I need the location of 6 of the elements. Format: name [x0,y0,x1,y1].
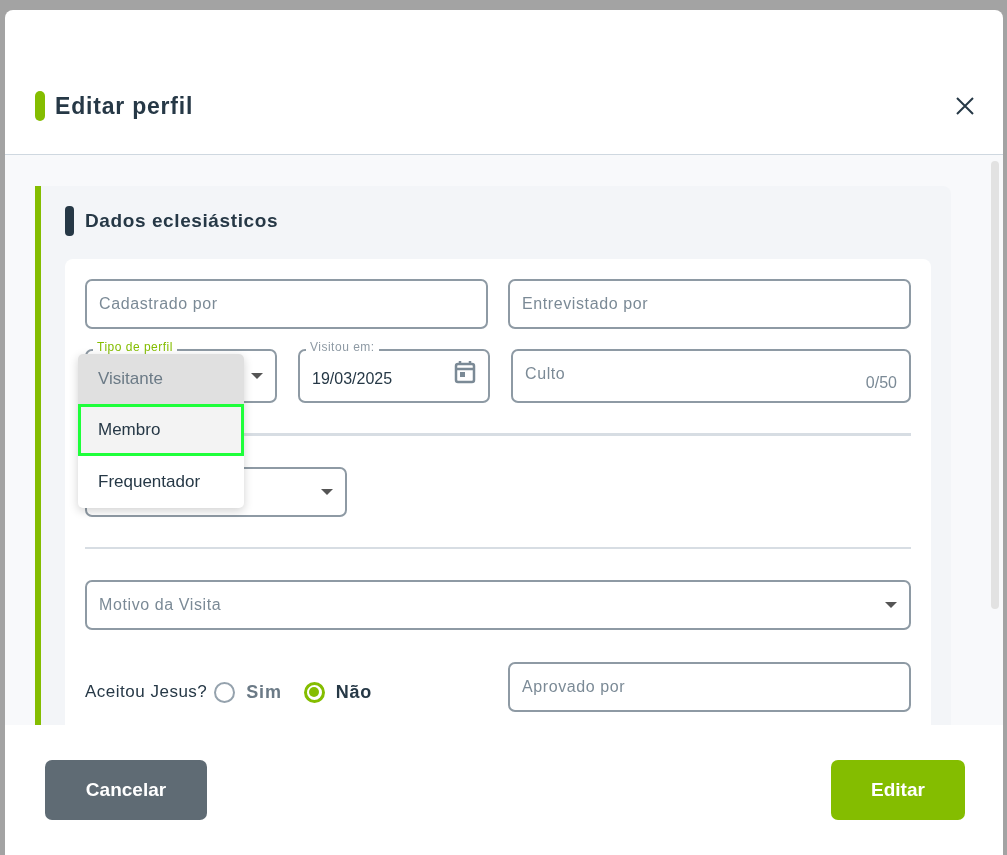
section-title: Dados eclesiásticos [85,210,279,232]
character-counter: 0/50 [865,374,897,392]
field-label: Tipo de perfil [93,340,177,354]
field-label: Visitou em: [306,340,379,354]
question-label: Aceitou Jesus? [85,682,208,702]
dialog-title: Editar perfil [55,92,195,120]
